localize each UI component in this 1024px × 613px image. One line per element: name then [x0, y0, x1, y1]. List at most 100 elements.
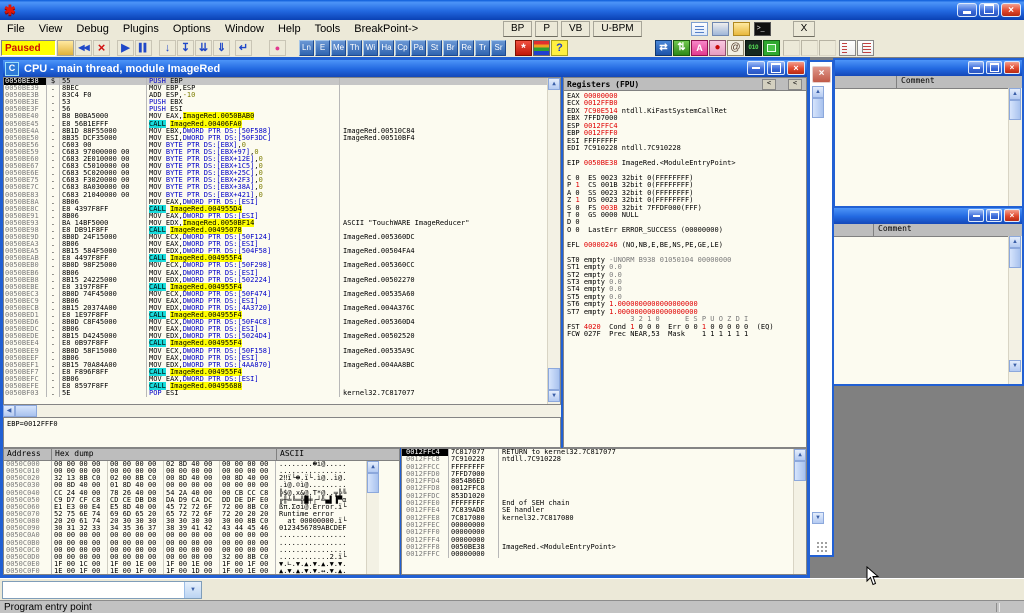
disasm-row[interactable]: 0050BEB0.8B0D 98F25000MOV ECX,DWORD PTR … — [4, 262, 548, 269]
comment-window-2-titlebar[interactable]: × — [810, 208, 1022, 224]
stack-pane[interactable]: 0012FFC47C817077RETURN to kernel32.7C817… — [401, 448, 807, 575]
plugin-button-vb[interactable]: VB — [561, 21, 590, 37]
register-line[interactable]: EIP 0050BE38 ImageRed.<ModuleEntryPoint> — [564, 160, 806, 167]
run-trace-button[interactable]: Tr — [475, 40, 490, 56]
plugin-updown-icon[interactable]: ⇅ — [673, 40, 690, 56]
menu-item-breakpoint[interactable]: BreakPoint-> — [347, 21, 425, 38]
column-comment[interactable]: Comment — [897, 76, 1022, 88]
animate-into-icon[interactable]: ⇊ — [195, 40, 212, 56]
main-titlebar[interactable]: ✱ × — [0, 0, 1024, 20]
menu-item-plugins[interactable]: Plugins — [116, 21, 166, 38]
stack-vscrollbar[interactable]: ▲ — [793, 449, 806, 574]
go-back-icon[interactable]: ◀◀ — [75, 40, 92, 56]
disasm-row[interactable]: 0050BEE9.8B0D 58F15000MOV ECX,DWORD PTR … — [4, 348, 548, 355]
registers-pane[interactable]: Registers (FPU) < < EAX 00000000ECX 0012… — [563, 77, 807, 448]
plugin-button-u-bpm[interactable]: U-BPM — [593, 21, 641, 37]
combo-dropdown-icon[interactable]: ▼ — [184, 582, 201, 598]
patches-button[interactable]: Pa — [411, 40, 426, 56]
disasm-row[interactable]: 0050BE9D.8B0D 24F15000MOV ECX,DWORD PTR … — [4, 234, 548, 241]
dump-header-hex[interactable]: Hex dump — [52, 449, 277, 460]
menu-item-window[interactable]: Window — [218, 21, 271, 38]
minimize-button[interactable] — [968, 61, 984, 74]
plugin-button-bp[interactable]: BP — [503, 21, 532, 37]
plugin-a-icon[interactable]: A — [691, 40, 708, 56]
comment-window-1-titlebar[interactable]: × — [835, 60, 1022, 76]
maximize-button[interactable] — [986, 61, 1002, 74]
plugin-binary-icon[interactable]: 010 — [745, 40, 762, 56]
comment-window-2[interactable]: × Comment ▲ ▼ — [808, 206, 1024, 386]
disasm-row[interactable]: 0050BED6.8B0D C8F45000MOV ECX,DWORD PTR … — [4, 319, 548, 326]
comment-window-2-scrollbar[interactable]: ▲ ▼ — [1008, 236, 1022, 384]
collapse-icon[interactable]: < — [788, 79, 802, 90]
restore-button[interactable] — [979, 3, 999, 17]
windows-button[interactable]: Wi — [363, 40, 378, 56]
register-line[interactable]: EDI 7C910228 ntdll.7C910228 — [564, 145, 806, 152]
scroll-down-icon[interactable]: ▼ — [548, 390, 560, 402]
scroll-up-icon[interactable]: ▲ — [794, 449, 806, 461]
disasm-row[interactable]: 0050BE8C.E8 4397F8FFCALL ImageRed.004955… — [4, 206, 548, 213]
command-combobox[interactable]: ▼ — [2, 581, 202, 599]
threads-button[interactable]: Th — [347, 40, 362, 56]
scroll-up-icon[interactable]: ▲ — [812, 86, 824, 98]
scroll-up-icon[interactable]: ▲ — [1009, 88, 1021, 100]
resize-grip[interactable] — [816, 541, 828, 553]
disasm-row[interactable]: 0050BE3B.83C4 F0ADD ESP,-10 — [4, 92, 548, 99]
console-icon[interactable]: >_ — [754, 22, 771, 36]
menu-item-help[interactable]: Help — [271, 21, 308, 38]
animate-over-icon[interactable]: ⇓ — [213, 40, 230, 56]
disassembly-vscrollbar[interactable]: ▲ ▼ — [547, 78, 560, 404]
close-button[interactable]: × — [1001, 3, 1021, 17]
pause-icon[interactable]: ▌▌ — [135, 40, 152, 56]
execute-till-return-icon[interactable]: ↵ — [235, 40, 252, 56]
disasm-row[interactable]: 0050BE38$55PUSH EBP — [4, 78, 548, 85]
collapse-icon[interactable]: < — [762, 79, 776, 90]
menu-item-options[interactable]: Options — [166, 21, 218, 38]
column-comment[interactable]: Comment — [874, 224, 1022, 236]
disasm-row[interactable]: 0050BEFE.E8 8597F8FFCALL ImageRed.004956… — [4, 383, 548, 390]
scroll-thumb[interactable] — [548, 368, 560, 390]
help-icon[interactable]: ? — [551, 40, 568, 56]
cpu-button[interactable]: Cp — [395, 40, 410, 56]
call-stack-button[interactable]: St — [427, 40, 442, 56]
restore-button[interactable] — [767, 61, 785, 75]
command-combobox-value[interactable] — [3, 582, 184, 598]
memory-map-button[interactable]: Me — [331, 40, 346, 56]
plugin-swap-icon[interactable]: ⇄ — [655, 40, 672, 56]
scroll-down-icon[interactable]: ▼ — [1009, 360, 1021, 372]
open-file-icon[interactable] — [57, 40, 74, 56]
maximize-button[interactable] — [986, 209, 1002, 222]
disasm-row[interactable]: 0050BEC3.8B0D 74F45000MOV ECX,DWORD PTR … — [4, 291, 548, 298]
empty-slot-2[interactable] — [801, 40, 818, 56]
disassembly-pane[interactable]: 0050BE38$55PUSH EBP0050BE39.8BECMOV EBP,… — [3, 77, 561, 405]
scroll-up-icon[interactable]: ▲ — [367, 461, 379, 473]
column-headers[interactable]: Comment — [810, 224, 1022, 237]
folder-icon[interactable] — [733, 22, 750, 36]
register-line[interactable]: EFL 00000246 (NO,NB,E,BE,NS,PE,GE,LE) — [564, 242, 806, 249]
info-pane[interactable]: EBP=0012FFF0 — [3, 417, 561, 448]
minimize-button[interactable] — [968, 209, 984, 222]
doc-icon[interactable] — [691, 22, 708, 36]
cpu-titlebar[interactable]: C CPU - main thread, module ImageRed × — [3, 60, 807, 77]
scroll-thumb[interactable] — [1009, 100, 1021, 120]
minimize-button[interactable] — [957, 3, 977, 17]
breakpoints-button[interactable]: Br — [443, 40, 458, 56]
scroll-up-icon[interactable]: ▲ — [1009, 236, 1021, 248]
executables-button[interactable]: E — [315, 40, 330, 56]
register-line[interactable]: O 0 LastErr ERROR_SUCCESS (00000000) — [564, 227, 806, 234]
register-line[interactable]: FCW 027F Prec NEAR,53 Mask 1 1 1 1 1 1 — [564, 331, 806, 338]
minimize-button[interactable] — [747, 61, 765, 75]
empty-slot-3[interactable] — [819, 40, 836, 56]
column-blank[interactable] — [835, 76, 897, 88]
empty-slot-1[interactable] — [783, 40, 800, 56]
menu-item-debug[interactable]: Debug — [69, 21, 115, 38]
disassembly-hscrollbar[interactable]: ◀ — [3, 405, 561, 417]
dump-vscrollbar[interactable]: ▲ — [366, 461, 379, 574]
close-button[interactable]: × — [1004, 209, 1020, 222]
stack-row[interactable]: 0012FFFC00000000 — [402, 551, 794, 558]
close-button[interactable]: × — [787, 61, 805, 75]
scroll-thumb[interactable] — [15, 405, 37, 417]
sliver-scrollbar[interactable]: ▲ ▼ — [812, 86, 824, 524]
panel-list2-icon[interactable] — [857, 40, 874, 56]
plugin-close-button[interactable]: X — [793, 21, 816, 37]
menu-item-view[interactable]: View — [32, 21, 70, 38]
